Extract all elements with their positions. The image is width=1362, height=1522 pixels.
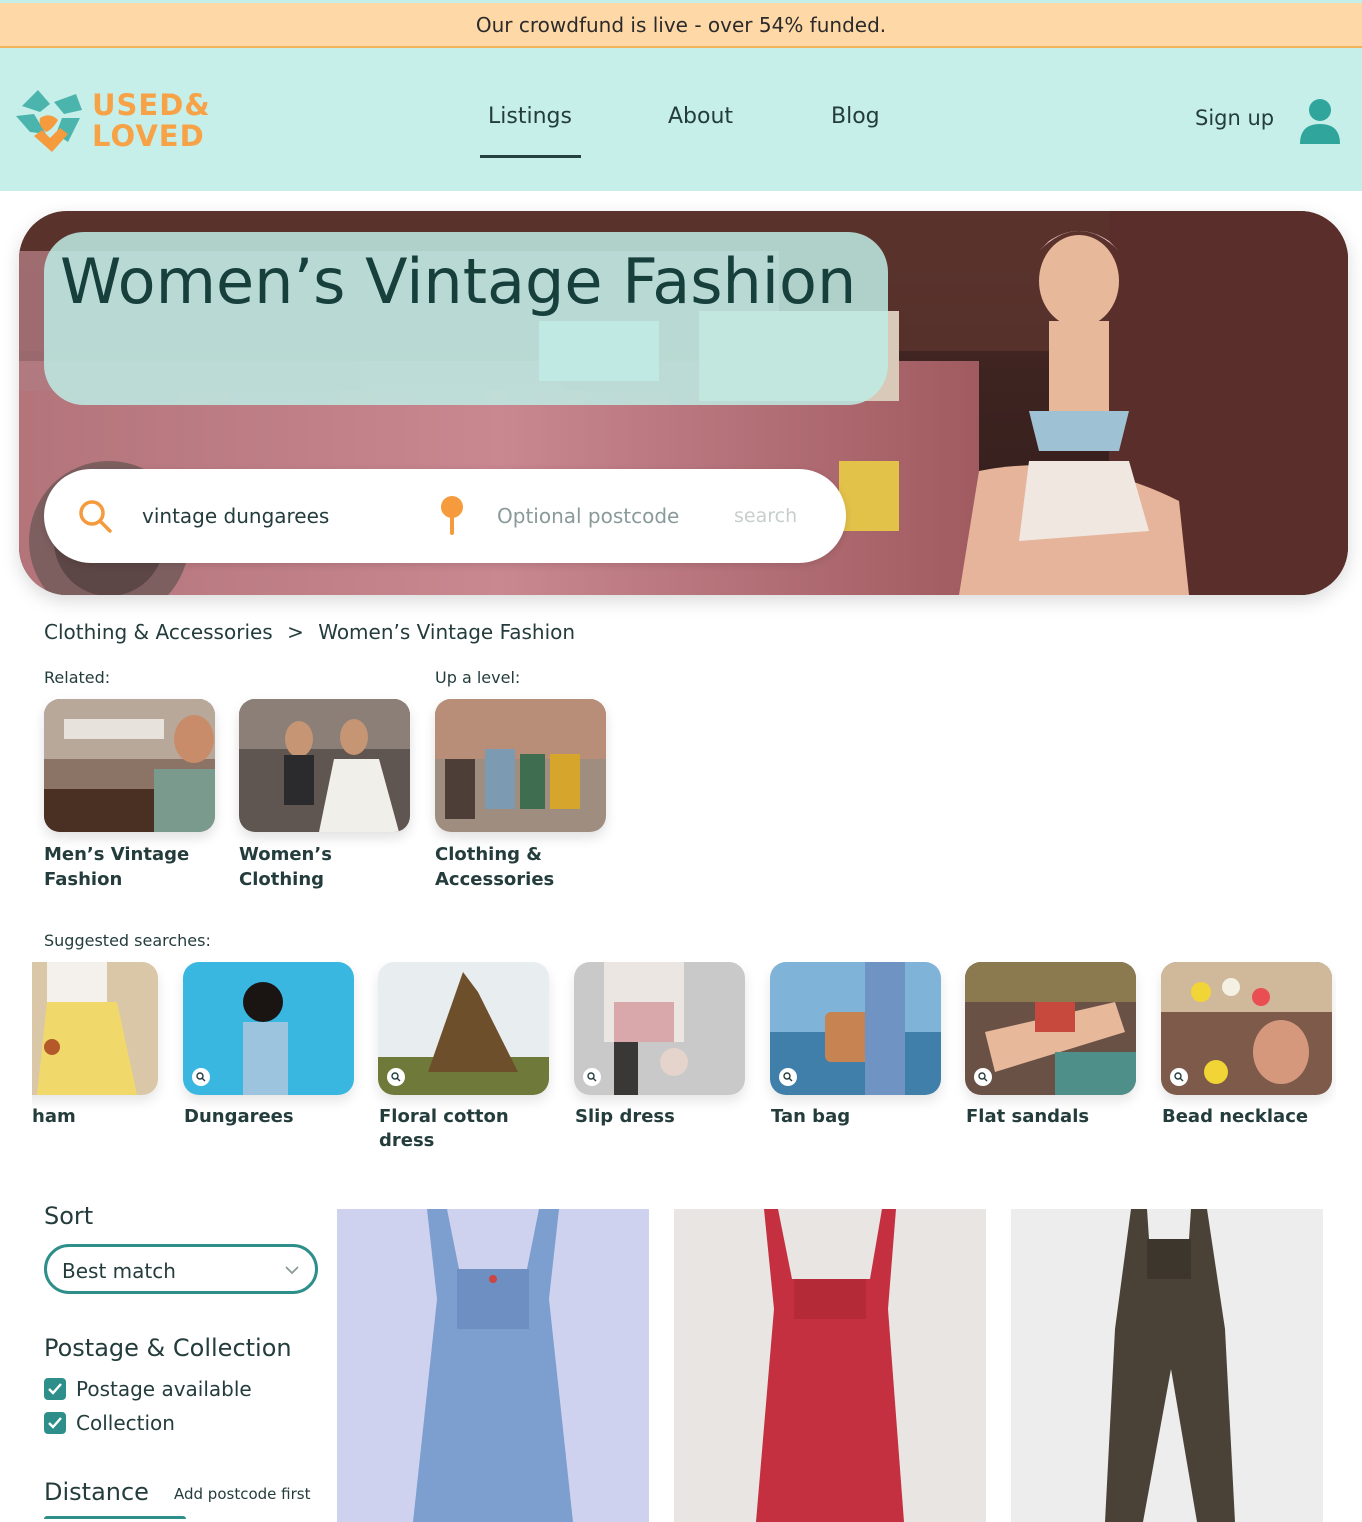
distance-control[interactable] (44, 1516, 186, 1522)
breadcrumb-item-current: Women’s Vintage Fashion (318, 620, 576, 644)
suggested-searches-carousel[interactable]: ham Dungarees Floral cotton dress Slip d… (32, 962, 1336, 1162)
checkmark-icon (48, 1383, 62, 1395)
checkmark-icon (48, 1417, 62, 1429)
search-icon (79, 500, 112, 533)
sort-selected-value: Best match (62, 1259, 176, 1283)
suggested-label: Flat sandals (966, 1106, 1090, 1127)
up-level-label: Up a level: (435, 668, 521, 687)
suggested-searches-label: Suggested searches: (44, 931, 211, 950)
site-header: USED& LOVED Listings About Blog Sign up (0, 48, 1362, 191)
postage-available-option[interactable]: Postage available (44, 1377, 252, 1401)
category-card-clothing-accessories[interactable]: Clothing & Accessories (435, 699, 606, 892)
magnifier-icon (583, 1068, 601, 1086)
user-account-icon[interactable] (1298, 98, 1342, 144)
category-label: Clothing & Accessories (435, 844, 555, 890)
suggested-search-card[interactable]: Dungarees (183, 962, 354, 1129)
breadcrumb-item-clothing[interactable]: Clothing & Accessories (44, 620, 273, 644)
suggested-label: ham (32, 1106, 76, 1127)
sort-select[interactable]: Best match (44, 1244, 318, 1294)
hero-section: Women’s Vintage Fashion search (19, 211, 1348, 595)
category-card-mens-vintage[interactable]: Men’s Vintage Fashion (44, 699, 215, 892)
suggested-image (574, 962, 745, 1095)
magnifier-icon (974, 1068, 992, 1086)
suggested-search-card[interactable]: Slip dress (574, 962, 745, 1129)
collection-label: Collection (76, 1411, 175, 1435)
logo-wordmark: USED& LOVED (92, 90, 211, 152)
chevron-down-icon (285, 1266, 299, 1275)
logo-line-1: USED& (92, 88, 211, 122)
breadcrumb-separator: > (287, 620, 304, 644)
logo-line-2: LOVED (92, 119, 205, 153)
suggested-search-card[interactable]: Floral cotton dress (378, 962, 549, 1153)
site-logo[interactable]: USED& LOVED (16, 88, 210, 154)
nav-active-underline (480, 155, 581, 158)
breadcrumb: Clothing & Accessories > Women’s Vintage… (44, 620, 583, 644)
crowdfund-banner[interactable]: Our crowdfund is live - over 54% funded. (0, 0, 1362, 48)
category-label: Women’s Clothing (239, 844, 332, 890)
listing-card[interactable] (674, 1209, 986, 1522)
suggested-search-card[interactable]: Flat sandals (965, 962, 1136, 1129)
postage-collection-heading: Postage & Collection (44, 1334, 292, 1362)
suggested-search-card[interactable]: Bead necklace (1161, 962, 1332, 1129)
search-input[interactable] (142, 499, 402, 533)
listing-card[interactable] (337, 1209, 649, 1522)
search-button[interactable]: search (734, 499, 824, 533)
postage-available-label: Postage available (76, 1377, 252, 1401)
search-bar: search (44, 469, 846, 563)
category-card-womens-clothing[interactable]: Women’s Clothing (239, 699, 410, 892)
nav-about[interactable]: About (668, 104, 733, 129)
nav-blog[interactable]: Blog (831, 104, 880, 129)
collection-checkbox[interactable] (44, 1412, 66, 1434)
suggested-image (32, 962, 158, 1095)
category-image (435, 699, 606, 832)
distance-note: Add postcode first (174, 1485, 311, 1503)
suggested-label: Bead necklace (1162, 1106, 1309, 1127)
listing-image-blue-dungarees (337, 1209, 649, 1522)
signup-link[interactable]: Sign up (1195, 106, 1274, 130)
magnifier-icon (779, 1068, 797, 1086)
category-label: Men’s Vintage Fashion (44, 844, 190, 890)
recycle-heart-logo-icon (16, 90, 82, 152)
hero-title-panel: Women’s Vintage Fashion (44, 232, 888, 405)
suggested-label: Slip dress (575, 1106, 675, 1127)
location-pin-icon (441, 496, 463, 535)
suggested-label: Floral cotton dress (379, 1106, 509, 1151)
category-image (239, 699, 410, 832)
suggested-image (378, 962, 549, 1095)
collection-option[interactable]: Collection (44, 1411, 175, 1435)
magnifier-icon (1170, 1068, 1188, 1086)
banner-text: Our crowdfund is live - over 54% funded. (475, 13, 887, 37)
page-title: Women’s Vintage Fashion (60, 245, 857, 318)
suggested-image (770, 962, 941, 1095)
suggested-label: Tan bag (771, 1106, 851, 1127)
suggested-search-card[interactable]: ham (32, 962, 158, 1129)
magnifier-icon (387, 1068, 405, 1086)
listing-image-brown-dungarees (1011, 1209, 1323, 1522)
category-image (44, 699, 215, 832)
related-label: Related: (44, 668, 111, 687)
suggested-image (965, 962, 1136, 1095)
listing-image-red-dungarees (674, 1209, 986, 1522)
postage-available-checkbox[interactable] (44, 1378, 66, 1400)
distance-heading: Distance (44, 1478, 149, 1506)
listing-card[interactable] (1011, 1209, 1323, 1522)
magnifier-icon (192, 1068, 210, 1086)
suggested-label: Dungarees (184, 1106, 294, 1127)
suggested-search-card[interactable]: Tan bag (770, 962, 941, 1129)
sort-heading: Sort (44, 1202, 94, 1230)
postcode-input[interactable] (497, 499, 717, 533)
suggested-image (1161, 962, 1332, 1095)
suggested-image (183, 962, 354, 1095)
nav-listings[interactable]: Listings (488, 104, 572, 129)
